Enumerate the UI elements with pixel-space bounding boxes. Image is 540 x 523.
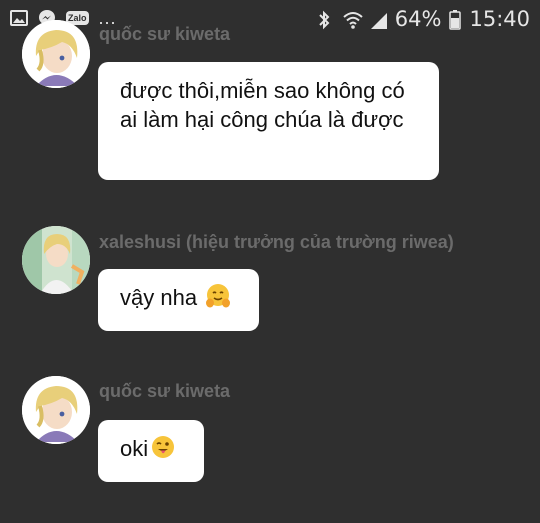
avatar[interactable] [22,226,90,294]
battery-percentage: 64% [394,7,442,31]
message-text: vậy nha [120,285,198,310]
gallery-icon [10,9,28,27]
avatar[interactable] [22,376,90,444]
message-bubble[interactable]: oki [98,420,204,482]
winking-tongue-face-emoji [150,434,176,467]
more-notifications-indicator: ... [98,8,117,28]
sender-name: xaleshusi (hiệu trưởng của trường riwea) [99,232,454,252]
message-text: oki [120,436,149,461]
message-bubble[interactable]: được thôi,miễn sao không có ai làm hại c… [98,62,439,180]
message-text: được thôi,miễn sao không có ai làm hại c… [120,78,405,132]
clock: 15:40 [469,7,530,31]
battery-icon [449,10,462,30]
message-bubble[interactable]: vậy nha [98,269,259,331]
wifi-icon [343,10,363,29]
hugging-face-emoji [205,283,231,316]
sender-name: quốc sư kiweta [99,381,231,401]
avatar[interactable] [22,20,90,88]
system-status: 64% 15:40 [317,7,530,31]
bluetooth-icon [317,10,335,30]
sender-name: quốc sư kiweta [99,24,231,44]
signal-icon [369,10,387,29]
